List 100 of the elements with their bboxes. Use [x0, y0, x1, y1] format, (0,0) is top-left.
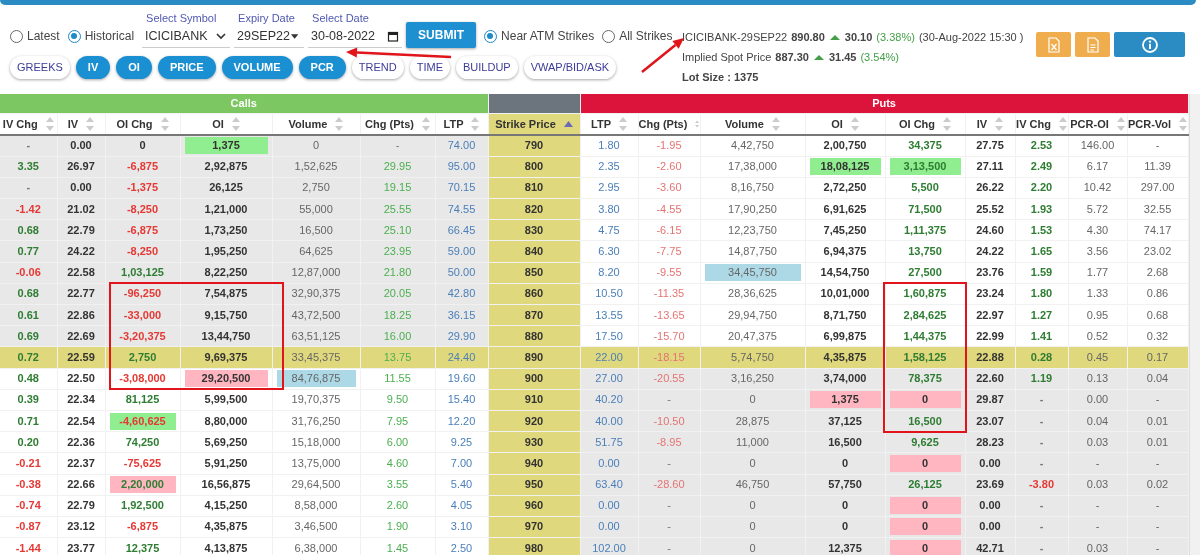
table-cell-text: -0.87: [14, 519, 42, 535]
table-cell-text: 27.00: [594, 371, 624, 387]
column-header[interactable]: OI: [212, 115, 224, 132]
column-header[interactable]: LTP: [591, 115, 611, 132]
table-cell-text: 6,94,375: [822, 244, 868, 260]
table-cell-text: 146.00: [1079, 138, 1116, 154]
table-cell-text: 0.52: [1085, 328, 1110, 344]
table-cell-text: 0: [138, 138, 147, 154]
table-cell-text: 5,74,750: [730, 349, 775, 365]
view-tab[interactable]: VOLUME: [221, 56, 293, 79]
expiry-field[interactable]: 29SEP22: [234, 25, 305, 48]
table-cell-text: 28.23: [975, 434, 1005, 450]
column-header[interactable]: LTP: [443, 115, 464, 132]
table-cell-text: -75,625: [122, 455, 163, 471]
table-cell-text: 4,35,875: [822, 349, 868, 365]
date-field[interactable]: 30-08-2022: [308, 25, 403, 48]
quote-symbol: ICICIBANK-29SEP22: [682, 30, 788, 45]
table-cell-text: 13.75: [382, 349, 413, 365]
table-cell-text: -1.95: [655, 138, 683, 154]
table-cell-text: 0: [748, 498, 757, 514]
table-cell-text: 21.80: [382, 265, 413, 281]
view-tab[interactable]: TREND: [351, 56, 404, 79]
table-cell-text: 24.22: [975, 244, 1005, 260]
table-cell-text: 8,80,000: [203, 413, 249, 429]
table-cell-text: -: [1154, 392, 1161, 408]
table-cell-text: 5.72: [1085, 201, 1110, 217]
table-cell-text: 22.77: [66, 286, 96, 302]
column-header[interactable]: PCR-Vol: [1127, 115, 1172, 132]
table-cell-text: -: [25, 180, 32, 196]
table-cell-text: 0.00: [597, 519, 621, 535]
column-header[interactable]: Chg (Pts): [365, 115, 414, 132]
column-header[interactable]: OI Chg: [116, 115, 153, 132]
table-cell-text: 1.45: [385, 540, 410, 555]
field-label: Select Date: [311, 11, 370, 25]
view-tab[interactable]: VWAP/BID/ASK: [523, 56, 617, 79]
column-header[interactable]: Volume: [725, 115, 764, 132]
lot-size: Lot Size : 1375: [682, 71, 759, 83]
table-cell-text: 37,125: [827, 413, 863, 429]
table-cell-text: 0: [840, 519, 850, 535]
table-cell-text: 0.77: [16, 244, 40, 260]
radio-label[interactable]: All Strikes: [619, 27, 673, 45]
table-cell-text: 0.13: [1085, 371, 1110, 387]
table-cell-text: 2.95: [597, 180, 621, 196]
strike-price: 810: [523, 180, 545, 196]
column-header[interactable]: OI: [831, 115, 843, 132]
radio-label[interactable]: Latest: [27, 27, 60, 45]
table-cell-text: 0.03: [1085, 477, 1110, 493]
table-cell-text: -33,000: [122, 307, 163, 323]
table-cell-text: 55,000: [298, 201, 334, 217]
table-cell-text: 23.07: [975, 413, 1005, 429]
column-header[interactable]: Volume: [288, 115, 328, 132]
view-tab[interactable]: TIME: [409, 56, 450, 79]
table-cell-text: 29,94,750: [727, 307, 778, 323]
table-cell-text: 1.80: [1029, 286, 1054, 302]
table-cell-text: -: [1154, 540, 1161, 555]
table-cell-text: 3.80: [597, 201, 621, 217]
radio-label[interactable]: Historical: [84, 27, 135, 45]
symbol-field[interactable]: ICICIBANK: [142, 25, 231, 48]
table-cell-text: 22.59: [66, 349, 96, 365]
table-cell-text: -0.74: [14, 498, 42, 514]
table-cell-text: 4,42,750: [730, 138, 775, 154]
table-cell-text: 40.00: [594, 413, 624, 429]
table-cell-text: 0.00: [69, 138, 93, 154]
radio-label[interactable]: Near ATM Strikes: [501, 27, 595, 45]
table-cell-text: 22.66: [66, 477, 96, 493]
view-tab[interactable]: GREEKS: [10, 56, 70, 79]
column-header[interactable]: IV: [976, 115, 988, 132]
table-cell-text: 5,99,500: [203, 392, 249, 408]
table-cell-text: 12.20: [446, 413, 477, 429]
table-cell-text: 22.00: [594, 349, 624, 365]
view-tab[interactable]: PCR: [298, 56, 346, 79]
table-cell-text: 13.55: [594, 307, 624, 323]
table-cell-text: 10,01,000: [819, 286, 871, 302]
column-header[interactable]: IV: [67, 115, 79, 132]
column-header[interactable]: OI Chg: [898, 115, 936, 132]
view-tab[interactable]: BUILDUP: [456, 56, 518, 79]
submit-button[interactable]: SUBMIT: [406, 22, 477, 48]
table-cell-text: 13,750: [907, 244, 943, 260]
column-header[interactable]: PCR-OI: [1070, 115, 1109, 132]
table-cell-text: -3.60: [655, 180, 683, 196]
view-tab[interactable]: OI: [116, 56, 152, 79]
table-cell-text: 4,35,875: [203, 519, 249, 535]
table-cell-text: 0: [840, 498, 850, 514]
table-cell-text: -: [25, 138, 32, 154]
table-cell-text: 16,500: [827, 434, 863, 450]
table-cell-text: 78,375: [907, 371, 943, 387]
table-cell-text: 0.00: [978, 519, 1002, 535]
view-tab[interactable]: PRICE: [157, 56, 216, 79]
table-cell-text: 14,87,750: [727, 244, 778, 260]
table-cell-text: -: [1154, 519, 1161, 535]
info-icon: [1141, 36, 1158, 53]
column-header[interactable]: IV Chg: [1016, 115, 1051, 132]
table-cell-text: 20.05: [382, 286, 413, 302]
column-header[interactable]: Chg (Pts): [638, 115, 688, 132]
table-cell-text: 1.41: [1029, 328, 1054, 344]
info-button[interactable]: [1114, 32, 1185, 57]
table-cell-text: 20,47,375: [727, 328, 778, 344]
table-cell-text: 10.50: [594, 286, 624, 302]
view-tab[interactable]: IV: [75, 56, 111, 79]
column-header[interactable]: IV Chg: [2, 115, 38, 132]
